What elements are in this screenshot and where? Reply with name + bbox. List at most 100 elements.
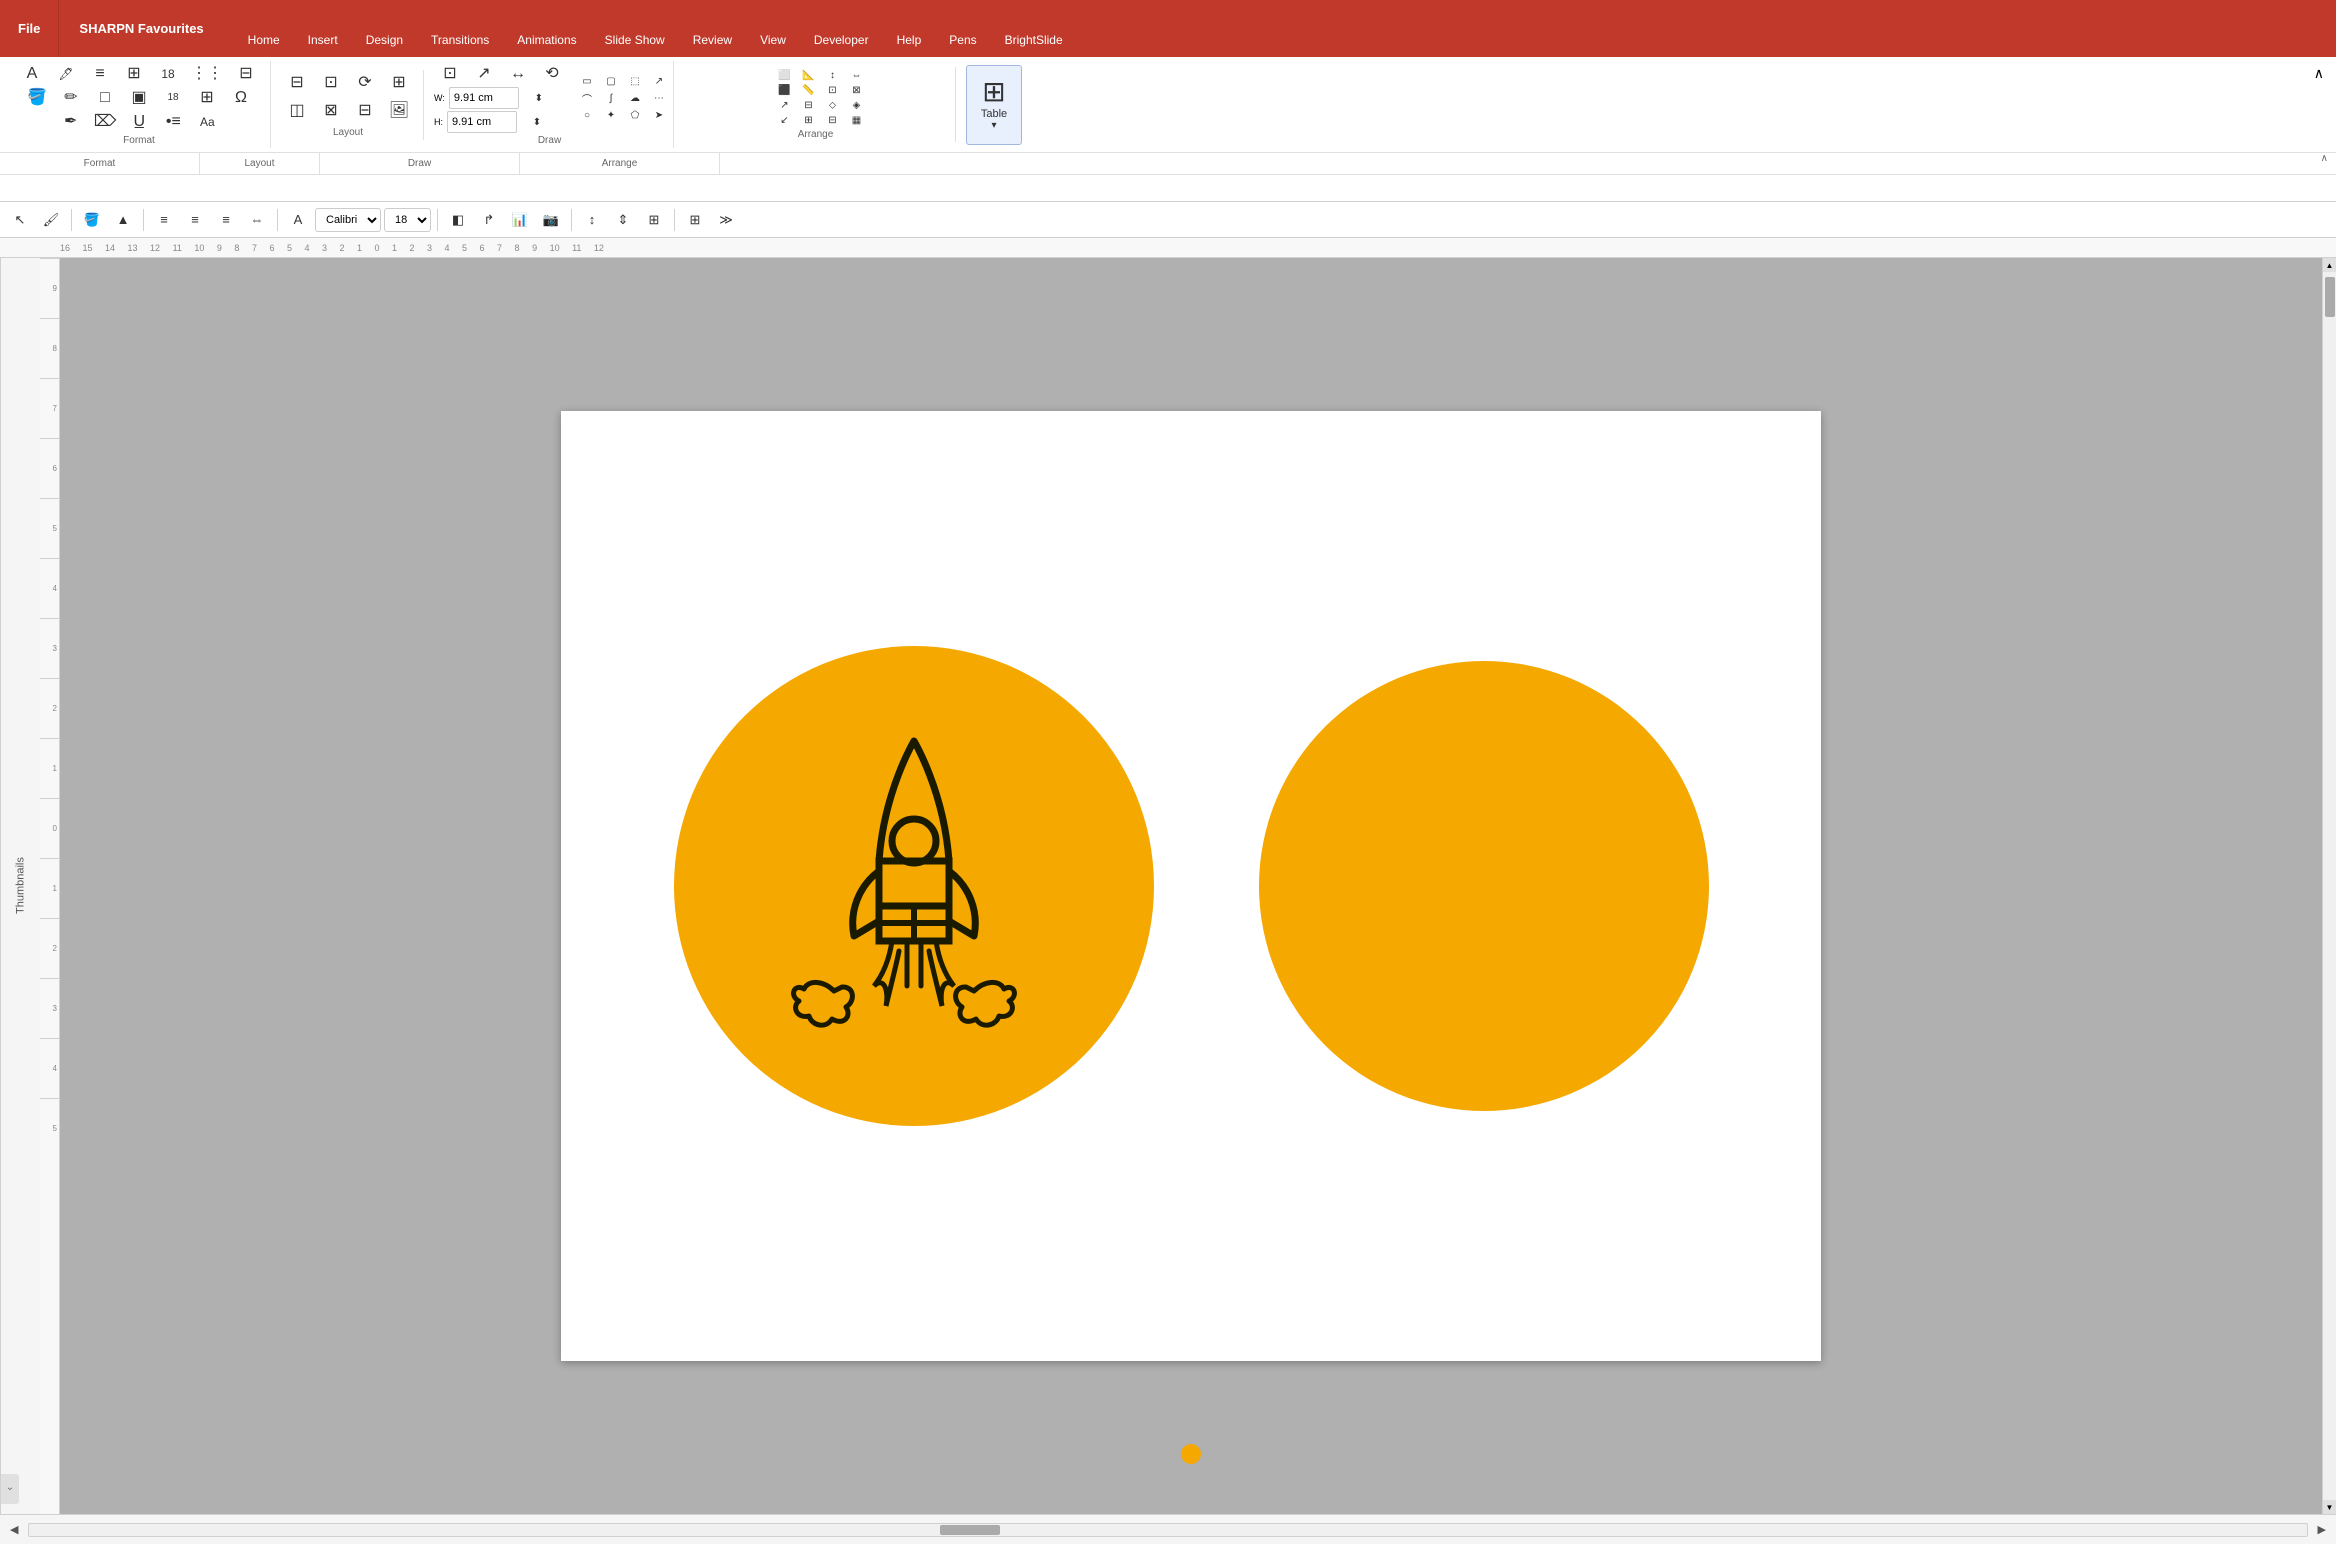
layout5-btn[interactable]: ◫ xyxy=(281,100,313,122)
toolbar2-sep5 xyxy=(571,209,572,231)
pen-btn[interactable]: ✒ xyxy=(55,111,87,133)
tab-slideshow[interactable]: Slide Show xyxy=(591,23,679,57)
tb2-more-btn[interactable]: ≫ xyxy=(712,206,740,234)
collapse-ribbon-btn[interactable]: ∧ xyxy=(2313,153,2336,174)
text-format-btn[interactable]: A xyxy=(16,63,48,85)
tb2-align-left[interactable]: ≡ xyxy=(150,206,178,234)
tab-help[interactable]: Help xyxy=(883,23,936,57)
fill-btn[interactable]: 🪣 xyxy=(21,87,53,109)
ribbon-collapse-btn[interactable]: ∧ xyxy=(2310,61,2328,86)
fontsize2-btn[interactable]: 18 xyxy=(157,90,189,106)
layout6-btn[interactable]: ⊠ xyxy=(315,100,347,122)
layout4-btn[interactable]: ⊞ xyxy=(383,72,415,94)
char-btn[interactable]: Aa xyxy=(191,113,223,131)
font-size-select[interactable]: 18 xyxy=(384,208,431,232)
ribbon-row1: A 🖋 ≡ ⊞ 18 ⋮⋮ ⊟ 🪣 ✏ □ ▣ 18 ⊞ Ω ✒ ⌦ U̲ xyxy=(0,57,2336,153)
thumbnails-toggle[interactable]: › xyxy=(1,1474,19,1504)
font-color-btn[interactable]: 🖋 xyxy=(50,65,82,83)
layout6-icon: ⊠ xyxy=(324,103,337,119)
vertical-scrollbar[interactable]: ▲ ▼ xyxy=(2322,258,2336,1514)
tb2-align-right[interactable]: ≡ xyxy=(212,206,240,234)
height-input[interactable] xyxy=(447,111,517,133)
table-button[interactable]: ⊞ Table ▾ xyxy=(966,65,1022,145)
tab-design[interactable]: Design xyxy=(352,23,417,57)
circle-left-container[interactable] xyxy=(674,646,1154,1126)
highlight-btn[interactable]: ✏ xyxy=(55,87,87,109)
tab-review[interactable]: Review xyxy=(679,23,746,57)
scroll-thumb-h[interactable] xyxy=(940,1525,1000,1535)
scroll-down-btn[interactable]: ▼ xyxy=(2323,1500,2336,1514)
border-btn[interactable]: □ xyxy=(89,87,121,109)
border2-btn[interactable]: ▣ xyxy=(123,87,155,109)
tb2-distribute-btn[interactable]: ⇕ xyxy=(609,206,637,234)
layout7-btn[interactable]: ⊟ xyxy=(349,100,381,122)
scroll-left-btn[interactable]: ◀ xyxy=(10,1523,18,1536)
eraser-btn[interactable]: ⌦ xyxy=(89,111,122,133)
arrange-btn8[interactable]: ⊠ xyxy=(841,84,873,97)
tb2-pointer-btn[interactable]: ↖ xyxy=(6,206,34,234)
ruler-h: 16 15 14 13 12 11 10 9 8 7 6 5 4 3 2 1 0… xyxy=(0,238,2336,258)
paint-icon: 🖌 xyxy=(43,212,60,228)
tb2-font-color[interactable]: A xyxy=(284,206,312,234)
numbering-btn[interactable]: ⊞ xyxy=(191,87,223,109)
tab-view[interactable]: View xyxy=(746,23,800,57)
circle-right-container[interactable] xyxy=(1259,661,1709,1111)
tb2-color-btn[interactable]: ▲ xyxy=(109,206,137,234)
layout3-btn[interactable]: ⟳ xyxy=(349,72,381,94)
arrange-btn16[interactable]: ▦ xyxy=(841,114,873,127)
tb2-chart-btn[interactable]: 📊 xyxy=(506,206,534,234)
tb2-shadow-btn[interactable]: ◧ xyxy=(444,206,472,234)
chart-icon: 📊 xyxy=(512,212,528,228)
tab-animations[interactable]: Animations xyxy=(503,23,590,57)
connector-btn[interactable]: ↗ xyxy=(643,75,675,88)
symbol-btn[interactable]: Ω xyxy=(225,87,257,109)
image-btn[interactable]: 🖼 xyxy=(383,100,415,122)
more-shapes-btn[interactable]: ⋯ xyxy=(643,90,675,107)
underline-btn[interactable]: U̲ xyxy=(123,111,155,133)
columns-btn[interactable]: ⋮⋮ xyxy=(186,63,228,85)
layout-btn[interactable]: ⊟ xyxy=(281,72,313,94)
font-name-select[interactable]: Calibri xyxy=(315,208,381,232)
tb2-align-center[interactable]: ≡ xyxy=(181,206,209,234)
resize-btn[interactable]: ↔ xyxy=(502,63,534,85)
more-format-btn[interactable]: ⊟ xyxy=(230,63,262,85)
tb2-effect-btn[interactable]: ↱ xyxy=(475,206,503,234)
tb2-camera-btn[interactable]: 📷 xyxy=(537,206,565,234)
layout2-btn[interactable]: ⊡ xyxy=(315,72,347,94)
arrange-btn12[interactable]: ◈ xyxy=(841,99,873,112)
tb2-spacing-btn[interactable]: ↕ xyxy=(578,206,606,234)
thumbnails-panel[interactable]: › Thumbnails xyxy=(0,258,40,1514)
rotate-btn[interactable]: ⟲ xyxy=(536,63,568,85)
tab-developer[interactable]: Developer xyxy=(800,23,883,57)
tb2-justify[interactable]: ⇔ xyxy=(243,206,271,234)
tb2-fill-btn[interactable]: 🪣 xyxy=(78,206,106,234)
draw-tools: ⊡ ↗ ↔ ⟲ W: ⬍ H: ⬍ xyxy=(434,63,665,133)
indent-btn[interactable]: ⊞ xyxy=(118,63,150,85)
arrange-btn4[interactable]: ⇔ xyxy=(841,69,873,82)
scroll-track-v xyxy=(2323,272,2336,1500)
tab-insert[interactable]: Insert xyxy=(294,23,352,57)
file-menu-button[interactable]: File xyxy=(0,0,59,57)
tab-home[interactable]: Home xyxy=(234,23,294,57)
tb2-grid-btn[interactable]: ⊞ xyxy=(681,206,709,234)
font-size-btn[interactable]: 18 xyxy=(152,65,184,83)
horizontal-scrollbar[interactable] xyxy=(28,1523,2307,1537)
bullets-btn[interactable]: •≡ xyxy=(157,111,189,133)
list-btn[interactable]: ≡ xyxy=(84,63,116,85)
arrow-btn[interactable]: ↗ xyxy=(468,63,500,85)
scroll-thumb-v[interactable] xyxy=(2325,277,2335,317)
arrow2-btn[interactable]: ➤ xyxy=(643,109,675,122)
tb2-paint-btn[interactable]: 🖌 xyxy=(37,206,65,234)
height-spinner[interactable]: ⬍ xyxy=(521,114,553,131)
scroll-up-btn[interactable]: ▲ xyxy=(2323,258,2336,272)
width-spinner[interactable]: ⬍ xyxy=(523,90,555,107)
table-icon: ⊞ xyxy=(982,78,1005,106)
scroll-right-btn[interactable]: ▶ xyxy=(2318,1523,2326,1536)
tb2-group-btn[interactable]: ⊞ xyxy=(640,206,668,234)
tab-brightslide[interactable]: BrightSlide xyxy=(991,23,1077,57)
tab-pens[interactable]: Pens xyxy=(935,23,990,57)
select-btn[interactable]: ⊡ xyxy=(434,63,466,85)
width-input[interactable] xyxy=(449,87,519,109)
tab-transitions[interactable]: Transitions xyxy=(417,23,503,57)
border2-icon: ▣ xyxy=(131,90,146,106)
